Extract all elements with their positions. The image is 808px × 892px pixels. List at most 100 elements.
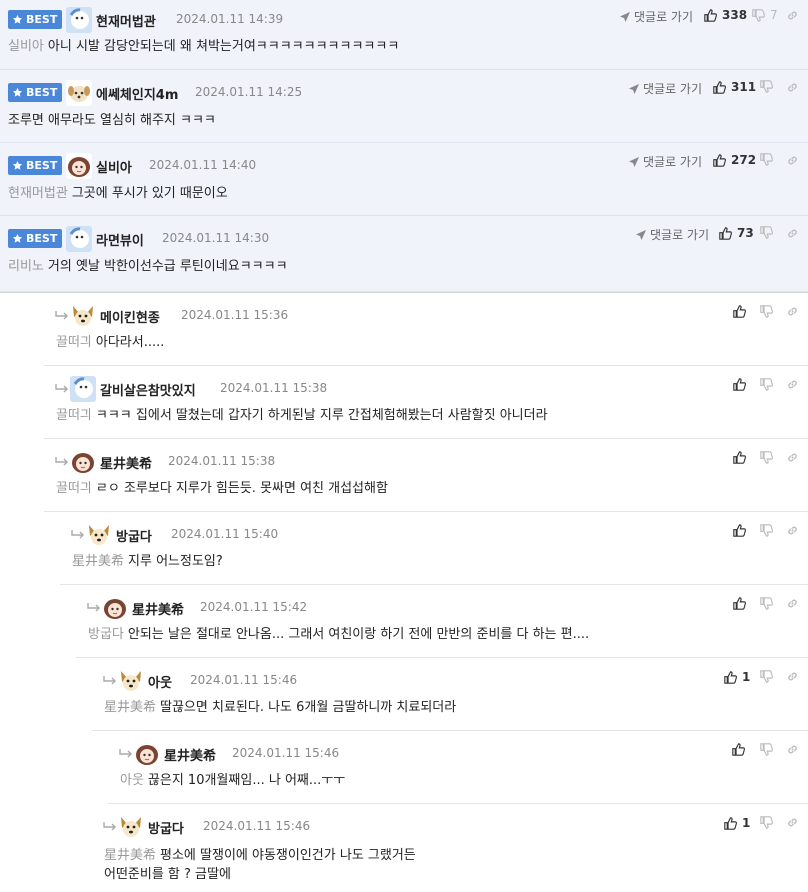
share-link-button[interactable] (786, 743, 799, 760)
dislike-button[interactable] (760, 305, 773, 318)
mention[interactable]: 방굽다 (88, 627, 124, 642)
dislike-button[interactable] (760, 524, 773, 537)
thumbs-down-icon (760, 743, 773, 756)
like-count: 338 (722, 8, 748, 22)
like-button[interactable] (733, 597, 746, 610)
best-badge: BEST (8, 229, 63, 248)
comment-body: 현재머법관 그곳에 푸시가 있기 때문이오 (8, 185, 228, 203)
avatar[interactable] (134, 741, 160, 767)
goto-label: 댓글로 가기 (643, 155, 703, 169)
nickname[interactable]: 메이킨현종 (100, 307, 160, 326)
avatar[interactable] (70, 376, 96, 402)
like-button[interactable] (733, 524, 746, 537)
comment-text: 조루면 애무라도 열심히 해주지 ㅋㅋㅋ (8, 113, 216, 128)
dislike-button[interactable] (760, 80, 773, 93)
mention[interactable]: 끌떠긔 (56, 481, 92, 496)
link-icon (788, 380, 797, 389)
comment-text: 안되는 날은 절대로 안나옴... 그래서 여친이랑 하기 전에 만반의 준비를… (127, 627, 590, 642)
mention[interactable]: 끌떠긔 (56, 335, 92, 350)
reply-comment: 방굽다 2024.01.11 15:46 1 星井美希 평소에 딸쟁이에 야동쟁이… (92, 804, 808, 892)
avatar[interactable] (66, 80, 92, 106)
best-badge-label: BEST (26, 232, 58, 245)
share-link-button[interactable] (786, 524, 799, 541)
share-link-button[interactable] (786, 597, 799, 614)
like-button[interactable] (733, 451, 746, 464)
goto-comment-link[interactable]: 댓글로 가기 (620, 8, 693, 25)
share-link-button[interactable] (786, 670, 799, 687)
share-link-button[interactable] (786, 9, 799, 26)
dislike-button[interactable] (760, 597, 773, 610)
dislike-button[interactable] (760, 226, 773, 239)
mention[interactable]: 星井美希 (104, 700, 156, 715)
link-icon (788, 307, 797, 316)
comment-body-line-2: 어떤준비를 함 ? 금딸에 (104, 866, 231, 884)
like-button[interactable]: 1 (724, 816, 750, 830)
nickname[interactable]: 방굽다 (148, 818, 184, 837)
avatar[interactable] (66, 153, 92, 179)
best-comment: BEST 라면뷰이 2024.01.11 14:30 댓글로 가기 73 리비노… (0, 216, 808, 292)
like-button[interactable] (733, 378, 746, 391)
like-button[interactable]: 338 (704, 8, 747, 22)
avatar[interactable] (118, 668, 144, 694)
dislike-button[interactable] (760, 816, 773, 829)
comment-text: 어떤준비를 함 ? 금딸에 (104, 867, 231, 882)
avatar[interactable] (66, 7, 92, 33)
avatar[interactable] (102, 595, 128, 621)
reply-comment: 메이킨현종 2024.01.11 15:36 끌떠긔 아다라서..... (44, 293, 808, 366)
nickname[interactable]: 星井美希 (164, 745, 216, 764)
nickname[interactable]: 星井美希 (100, 453, 152, 472)
goto-comment-link[interactable]: 댓글로 가기 (629, 80, 702, 97)
goto-comment-link[interactable]: 댓글로 가기 (629, 153, 702, 170)
share-link-button[interactable] (786, 305, 799, 322)
share-link-button[interactable] (786, 378, 799, 395)
dislike-button[interactable] (760, 153, 773, 166)
mention[interactable]: 리비노 (8, 259, 44, 274)
girl-avatar-icon (66, 153, 92, 179)
dislike-button[interactable]: 7 (752, 8, 778, 22)
snowman-avatar-icon (70, 376, 96, 402)
nickname[interactable]: 현재머법관 (96, 11, 156, 30)
goto-comment-link[interactable]: 댓글로 가기 (636, 226, 709, 243)
nickname[interactable]: 갈비살은참맛있지 (100, 380, 196, 399)
like-button[interactable]: 272 (713, 153, 756, 167)
share-link-button[interactable] (786, 81, 799, 98)
like-button[interactable]: 73 (719, 226, 754, 240)
like-button[interactable]: 311 (713, 80, 756, 94)
reply-comment: 星井美希 2024.01.11 15:46 아웃 끊은지 10개월째임... 나 … (108, 731, 808, 804)
nickname[interactable]: 에쎄체인지4m (96, 84, 178, 103)
share-link-button[interactable] (786, 816, 799, 833)
mention[interactable]: 끌떠긔 (56, 408, 92, 423)
nickname[interactable]: 아웃 (148, 672, 172, 691)
dislike-button[interactable] (760, 378, 773, 391)
share-link-button[interactable] (786, 451, 799, 468)
like-button[interactable]: 1 (724, 670, 750, 684)
avatar[interactable] (118, 814, 144, 840)
comment-text: 지루 어느정도임? (128, 554, 223, 569)
nickname[interactable]: 방굽다 (116, 526, 152, 545)
share-link-button[interactable] (786, 154, 799, 171)
like-button[interactable] (732, 743, 745, 756)
like-button[interactable] (733, 305, 746, 318)
mention[interactable]: 현재머법관 (8, 186, 68, 201)
comment-text: 아니 시발 감당안되는데 왜 쳐박는거여ㅋㅋㅋㅋㅋㅋㅋㅋㅋㅋㅋㅋ (47, 39, 400, 54)
nickname[interactable]: 星井美希 (132, 599, 184, 618)
send-arrow-icon (629, 83, 639, 94)
share-link-button[interactable] (786, 227, 799, 244)
mention[interactable]: 星井美希 (104, 848, 156, 863)
dislike-button[interactable] (760, 451, 773, 464)
reply-arrow-icon (55, 457, 68, 466)
mention[interactable]: 아웃 (120, 773, 144, 788)
dislike-button[interactable] (760, 743, 773, 756)
mention[interactable]: 실비아 (8, 39, 44, 54)
avatar[interactable] (86, 522, 112, 548)
avatar[interactable] (70, 449, 96, 475)
mention[interactable]: 星井美希 (72, 554, 124, 569)
nickname[interactable]: 실비아 (96, 157, 132, 176)
dislike-button[interactable] (760, 670, 773, 683)
reply-arrow-icon (103, 822, 116, 831)
avatar[interactable] (66, 226, 92, 252)
avatar[interactable] (70, 303, 96, 329)
comment-body: 리비노 거의 옛날 박한이선수급 루틴이네요ㅋㅋㅋㅋ (8, 258, 288, 276)
reply-arrow-icon (119, 749, 132, 758)
nickname[interactable]: 라면뷰이 (96, 230, 144, 249)
